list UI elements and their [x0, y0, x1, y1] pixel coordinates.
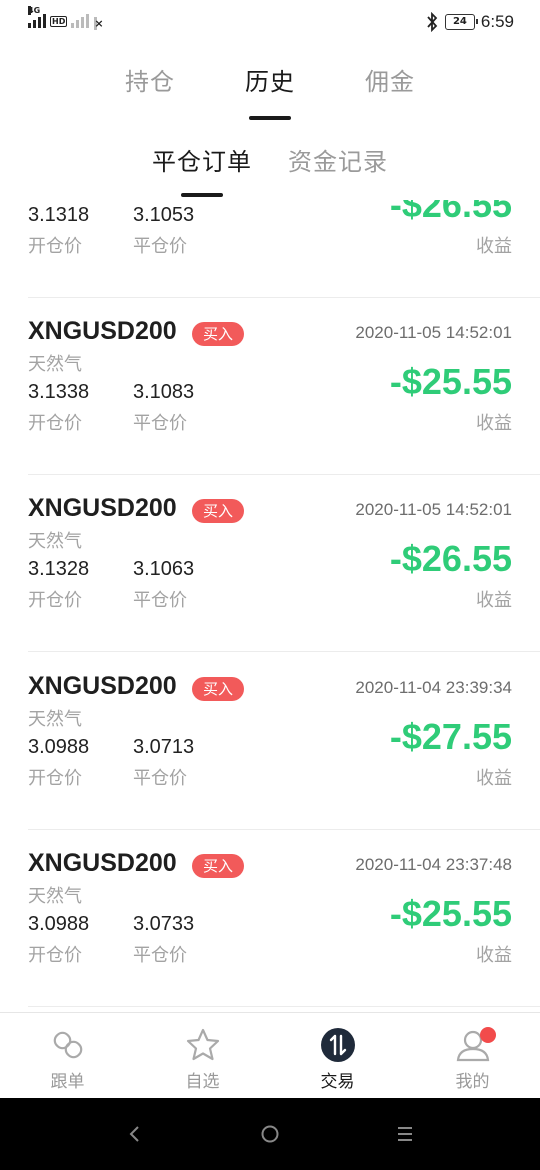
profit-value: -$26.55 — [389, 200, 512, 225]
nav-watchlist[interactable]: 自选 — [135, 1013, 270, 1099]
order-card[interactable]: XNGUSD200 买入 2020-11-04 23:39:34 天然气 3.0… — [0, 652, 540, 830]
tab-fund-records[interactable]: 资金记录 — [288, 142, 388, 177]
bottom-nav: 跟单 自选 交易 我的 — [0, 1012, 540, 1098]
network-type-label: 4G — [28, 6, 41, 15]
tab-positions[interactable]: 持仓 — [90, 62, 210, 97]
order-symbol: XNGUSD200 — [28, 494, 177, 522]
commodity-name: 天然气 — [28, 354, 82, 375]
profit-value: -$25.55 — [389, 361, 512, 402]
open-price-label: 开仓价 — [28, 590, 82, 611]
status-time: 6:59 — [480, 12, 514, 31]
signal-indicators: 4G HD × — [28, 6, 104, 30]
trade-arrows-icon — [320, 1028, 355, 1062]
commodity-name: 天然气 — [28, 531, 82, 552]
commodity-name: 天然气 — [28, 709, 82, 730]
profit-label: 收益 — [476, 768, 512, 789]
divider — [28, 1006, 540, 1007]
commodity-name: 天然气 — [28, 886, 82, 907]
nav-label: 我的 — [455, 1072, 490, 1092]
system-nav-bar — [0, 1098, 540, 1170]
notification-dot-icon — [480, 1027, 496, 1043]
close-price-label: 平仓价 — [133, 945, 187, 966]
profit-value: -$27.55 — [389, 716, 512, 757]
side-badge: 买入 — [192, 322, 244, 346]
tab-history[interactable]: 历史 — [210, 62, 330, 97]
menu-icon[interactable] — [393, 1122, 417, 1146]
nav-copy-trade[interactable]: 跟单 — [0, 1013, 135, 1099]
status-bar: 4G HD × 24 6:59 — [0, 0, 540, 46]
order-card[interactable]: XNGUSD200 买入 2020-11-05 14:52:01 天然气 3.1… — [0, 474, 540, 652]
nav-label: 跟单 — [50, 1072, 85, 1092]
order-symbol: XNGUSD200 — [28, 672, 177, 700]
order-card[interactable]: 3.1318 开仓价 3.1053 平仓价 -$26.55 收益 — [0, 200, 540, 298]
nav-profile[interactable]: 我的 — [405, 1013, 540, 1099]
order-symbol: XNGUSD200 — [28, 849, 177, 877]
profit-label: 收益 — [476, 945, 512, 966]
side-badge: 买入 — [192, 854, 244, 878]
second-sim-signal-icon: × — [71, 12, 104, 30]
close-price-value: 3.0713 — [133, 736, 195, 758]
side-badge: 买入 — [192, 499, 244, 523]
open-price-value: 3.1338 — [28, 381, 90, 403]
order-timestamp: 2020-11-05 14:52:01 — [355, 500, 512, 519]
open-price-value: 3.1328 — [28, 558, 90, 580]
profit-value: -$26.55 — [389, 538, 512, 579]
order-card[interactable]: XNGUSD200 买入 2020-11-04 23:37:48 天然气 3.0… — [0, 829, 540, 1007]
order-timestamp: 2020-11-04 23:39:34 — [355, 678, 512, 697]
close-price-label: 平仓价 — [133, 768, 187, 789]
close-price-label: 平仓价 — [133, 590, 187, 611]
nav-label: 自选 — [185, 1072, 220, 1092]
home-icon[interactable] — [258, 1122, 282, 1146]
profit-label: 收益 — [476, 413, 512, 434]
star-icon — [186, 1028, 219, 1061]
close-price-value: 3.1053 — [133, 204, 195, 226]
order-card[interactable]: XNGUSD200 买入 2020-11-05 14:52:01 天然气 3.1… — [0, 297, 540, 475]
bluetooth-icon — [427, 12, 438, 32]
profit-label: 收益 — [476, 236, 512, 257]
closed-orders-list[interactable]: 3.1318 开仓价 3.1053 平仓价 -$26.55 收益 XNGUSD2… — [0, 200, 540, 1012]
profit-value: -$25.55 — [389, 893, 512, 934]
open-price-value: 3.1318 — [28, 204, 90, 226]
open-price-label: 开仓价 — [28, 413, 82, 434]
close-price-value: 3.1083 — [133, 381, 195, 403]
order-timestamp: 2020-11-05 14:52:01 — [355, 323, 512, 342]
open-price-label: 开仓价 — [28, 768, 82, 789]
close-price-label: 平仓价 — [133, 236, 187, 257]
open-price-value: 3.0988 — [28, 736, 90, 758]
close-price-value: 3.1063 — [133, 558, 195, 580]
open-price-value: 3.0988 — [28, 913, 90, 935]
link-icon — [53, 1031, 82, 1059]
open-price-label: 开仓价 — [28, 945, 82, 966]
signal-strength-icon: 4G — [28, 6, 46, 28]
nav-trade[interactable]: 交易 — [270, 1013, 405, 1099]
profit-label: 收益 — [476, 590, 512, 611]
close-price-value: 3.0733 — [133, 913, 195, 935]
top-tabs: 持仓 历史 佣金 — [0, 62, 540, 122]
tab-closed-orders[interactable]: 平仓订单 — [152, 142, 252, 177]
side-badge: 买入 — [192, 677, 244, 701]
battery-icon: 24 — [444, 14, 478, 30]
nav-label: 交易 — [320, 1072, 355, 1092]
back-icon[interactable] — [123, 1122, 147, 1146]
sub-tab-indicator — [181, 193, 223, 197]
open-price-label: 开仓价 — [28, 236, 82, 257]
battery-level: 24 — [452, 16, 467, 27]
top-tab-indicator — [249, 116, 291, 120]
hd-voice-icon: HD — [50, 16, 68, 27]
order-symbol: XNGUSD200 — [28, 317, 177, 345]
order-timestamp: 2020-11-04 23:37:48 — [355, 855, 512, 874]
tab-commission[interactable]: 佣金 — [330, 62, 450, 97]
close-price-label: 平仓价 — [133, 413, 187, 434]
